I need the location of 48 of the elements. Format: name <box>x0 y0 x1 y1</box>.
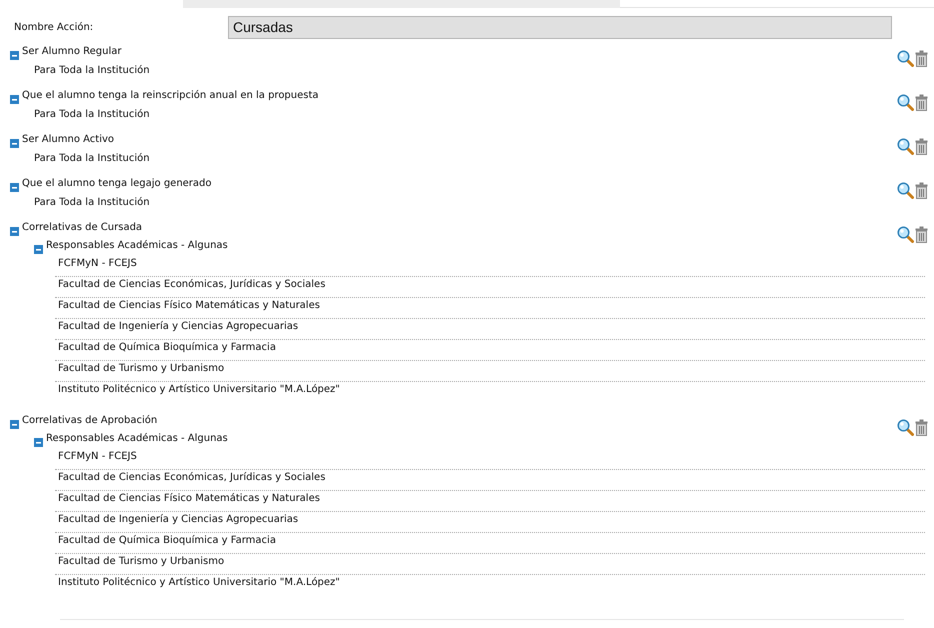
collapse-icon[interactable] <box>10 420 19 429</box>
list-item: Facultad de Ciencias Físico Matemáticas y Naturales <box>55 491 925 512</box>
input-field[interactable]: Cursadas <box>228 16 892 39</box>
tree-node-label[interactable]: Ser Alumno Regular <box>22 46 122 56</box>
trash-icon[interactable] <box>915 94 928 110</box>
search-icon[interactable] <box>897 94 914 110</box>
list-item: Facultad de Ingeniería y Ciencias Agropecuarias <box>55 512 925 533</box>
search-icon[interactable] <box>897 418 914 436</box>
field-label: Nombre Acción: <box>13 22 94 33</box>
collapse-icon[interactable] <box>34 244 43 254</box>
tree-leaf-label: Para Toda la Institución <box>33 64 151 77</box>
list-item: Facultad de Ciencias Económicas, Jurídicas y Sociales <box>55 277 925 298</box>
list-item: Facultad de Turismo y Urbanismo <box>55 361 925 382</box>
tree-node-label[interactable]: Que el alumno tenga legajo generado <box>22 178 212 188</box>
search-icon[interactable] <box>897 138 914 154</box>
tree-leaf-label: Para Toda la Institución <box>33 152 151 165</box>
collapse-icon[interactable] <box>34 438 43 446</box>
tree-leaf-label: Para Toda la Institución <box>33 196 151 209</box>
collapse-icon[interactable] <box>10 227 19 236</box>
list-item: Instituto Politécnico y Artístico Universitario "M.A.López" <box>57 383 341 397</box>
tree-node-label[interactable]: Que el alumno tenga la reinscripción anual en la propuesta <box>22 90 319 100</box>
collapse-icon[interactable] <box>10 95 19 104</box>
list-item: Facultad de Química Bioquímica y Farmacia <box>55 533 925 554</box>
list-item: Facultad de Ciencias Físico Matemáticas y Naturales <box>55 298 925 319</box>
list-item: Facultad de Turismo y Urbanismo <box>55 554 925 575</box>
trash-icon[interactable] <box>915 138 928 154</box>
tree-node-label[interactable]: Responsables Académicas - Algunas <box>46 240 228 251</box>
trash-icon[interactable] <box>915 182 928 198</box>
tree-leaf-label: Para Toda la Institución <box>33 108 151 121</box>
search-icon[interactable] <box>897 50 914 66</box>
trash-icon[interactable] <box>915 50 928 66</box>
list-item: Facultad de Ciencias Económicas, Jurídicas y Sociales <box>55 470 925 491</box>
list-item: Facultad de Ingeniería y Ciencias Agropecuarias <box>55 319 925 340</box>
tree-node-label[interactable]: Ser Alumno Activo <box>22 134 114 144</box>
trash-icon[interactable] <box>915 226 928 242</box>
collapse-icon[interactable] <box>10 183 19 192</box>
list-item: Facultad de Química Bioquímica y Farmacia <box>55 340 925 361</box>
collapse-icon[interactable] <box>10 51 19 60</box>
tree-node-label[interactable]: Responsables Académicas - Algunas <box>46 433 228 444</box>
trash-icon[interactable] <box>915 418 928 436</box>
list-item: Instituto Politécnico y Artístico Universitario "M.A.López" <box>57 576 341 590</box>
tree-node-label[interactable]: Correlativas de Cursada <box>22 222 142 232</box>
collapse-icon[interactable] <box>10 139 19 148</box>
search-icon[interactable] <box>897 226 914 242</box>
tree-node-label[interactable]: Correlativas de Aprobación <box>22 414 158 426</box>
list-item: FCFMyN - FCEJS <box>55 256 925 277</box>
search-icon[interactable] <box>897 182 914 198</box>
list-item: FCFMyN - FCEJS <box>55 449 925 470</box>
